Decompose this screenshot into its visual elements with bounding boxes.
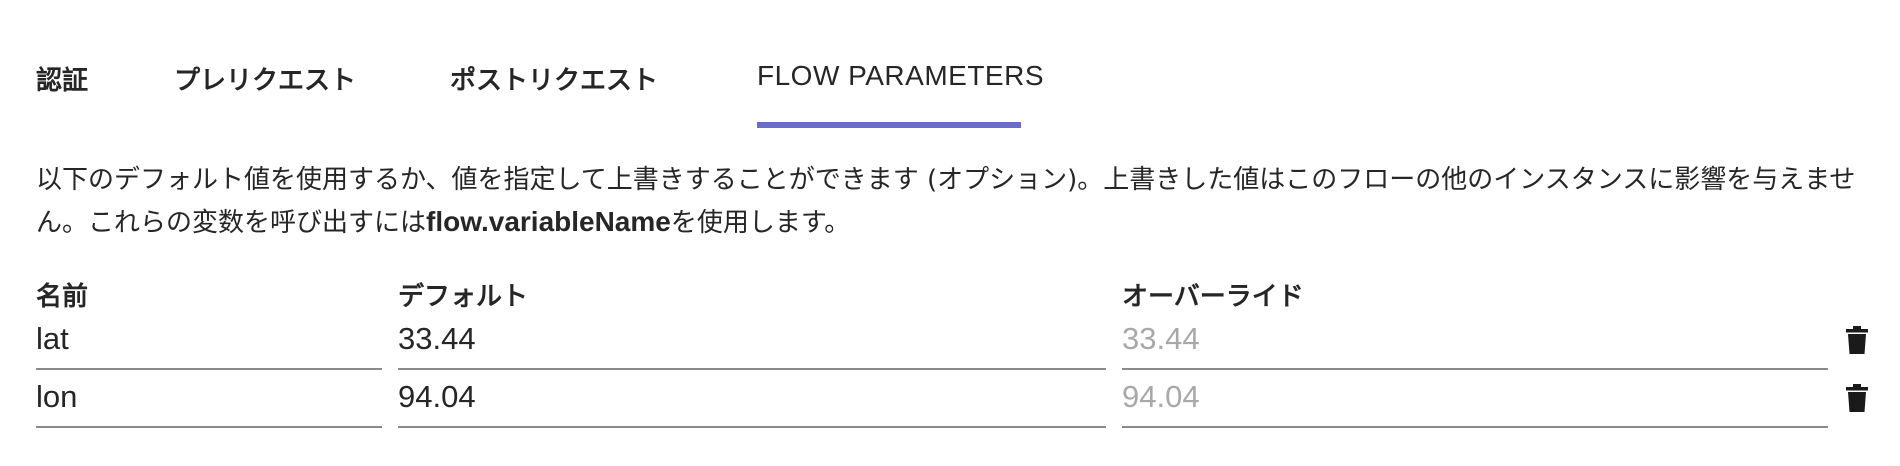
- column-header-default: デフォルト: [398, 282, 529, 312]
- trash-icon[interactable]: [1846, 326, 1868, 354]
- override-input[interactable]: [1122, 312, 1828, 366]
- active-tab-indicator: [757, 122, 1021, 128]
- column-header-name: 名前: [36, 282, 89, 312]
- override-cell: [1122, 312, 1828, 370]
- variable-syntax: flow.variableName: [426, 206, 671, 237]
- parameter-row: [0, 370, 1900, 428]
- default-input[interactable]: [398, 370, 1106, 424]
- default-input[interactable]: [398, 312, 1106, 366]
- tab-pre-request[interactable]: プレリクエスト: [174, 60, 356, 97]
- name-input[interactable]: [36, 312, 382, 366]
- tab-post-request[interactable]: ポストリクエスト: [450, 60, 658, 97]
- description-text: 以下のデフォルト値を使用するか、値を指定して上書きすることができます (オプショ…: [36, 160, 1866, 244]
- tab-bar: 認証 プレリクエスト ポストリクエスト FLOW PARAMETERS: [0, 0, 1900, 130]
- name-cell: [36, 370, 382, 428]
- tab-flow-parameters[interactable]: FLOW PARAMETERS: [757, 60, 1044, 92]
- tab-auth[interactable]: 認証: [36, 60, 88, 97]
- default-cell: [398, 370, 1106, 428]
- description-text-before: 以下のデフォルト値を使用するか、値を指定して上書きすることができます (オプショ…: [36, 165, 1856, 238]
- description-text-after: を使用します。: [670, 208, 851, 238]
- name-cell: [36, 312, 382, 370]
- override-cell: [1122, 370, 1828, 428]
- trash-icon[interactable]: [1846, 384, 1868, 412]
- column-header-override: オーバーライド: [1122, 282, 1304, 312]
- default-cell: [398, 312, 1106, 370]
- override-input[interactable]: [1122, 370, 1828, 424]
- parameter-row: [0, 312, 1900, 370]
- name-input[interactable]: [36, 370, 382, 424]
